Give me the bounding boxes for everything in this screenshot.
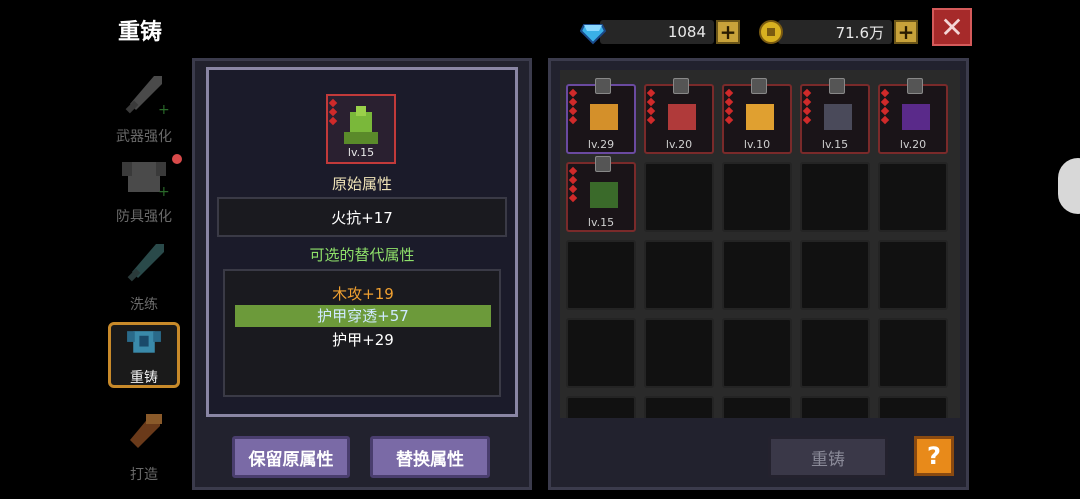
inventory-empty-slot[interactable] <box>800 240 870 310</box>
inventory-empty-slot[interactable] <box>878 318 948 388</box>
sidebar-item-refine[interactable]: 洗练 <box>108 238 180 314</box>
diamond-icon <box>580 24 606 45</box>
original-attribute-box: 火抗+17 <box>217 197 507 237</box>
inventory-item-slot[interactable]: lv.15 <box>800 78 870 154</box>
inventory-empty-slot[interactable] <box>878 240 948 310</box>
item-level: lv.20 <box>665 138 693 151</box>
close-icon: ✕ <box>940 10 964 44</box>
equipment-icon <box>746 104 774 130</box>
inventory-empty-slot[interactable] <box>800 162 870 232</box>
keep-original-button[interactable]: 保留原属性 <box>232 436 350 478</box>
page-title: 重铸 <box>118 20 163 45</box>
hammer-icon <box>130 414 162 448</box>
inventory-grid: lv.29 lv.20 lv.10 lv.15 lv.20 lv.15 <box>560 70 960 418</box>
equipment-icon <box>590 182 618 208</box>
lock-icon[interactable] <box>829 78 845 94</box>
inventory-empty-slot[interactable] <box>800 396 870 418</box>
lock-icon[interactable] <box>595 156 611 172</box>
question-icon: ? <box>927 442 941 470</box>
equipment-icon <box>824 104 852 130</box>
inventory-empty-slot[interactable] <box>722 396 792 418</box>
item-level: lv.20 <box>899 138 927 151</box>
add-gold-button[interactable]: + <box>894 20 918 44</box>
sidebar-item-label: 武器强化 <box>116 129 172 145</box>
inventory-empty-slot[interactable] <box>644 240 714 310</box>
inventory-empty-slot[interactable] <box>566 318 636 388</box>
item-level: lv.15 <box>347 146 375 159</box>
rarity-gems <box>568 166 578 204</box>
gold-value: 71.6万 <box>835 23 884 42</box>
sidebar-item-armor-upgrade[interactable]: + 防具强化 <box>108 150 180 226</box>
coin-icon <box>759 20 783 44</box>
close-button[interactable]: ✕ <box>932 8 972 46</box>
gold-counter: 71.6万 + <box>758 18 918 46</box>
rarity-gems <box>328 98 338 127</box>
selected-item-slot: lv.15 <box>326 94 396 164</box>
original-attribute-value: 火抗+17 <box>331 208 393 227</box>
svg-text:+: + <box>158 184 170 200</box>
rarity-gems <box>568 88 578 126</box>
sidebar-item-label: 防具强化 <box>116 209 172 225</box>
glove-icon <box>344 106 378 144</box>
item-level: lv.29 <box>587 138 615 151</box>
floating-assistant-handle[interactable] <box>1058 158 1080 214</box>
inventory-item-slot[interactable]: lv.10 <box>722 78 792 154</box>
sidebar-item-label: 洗练 <box>130 297 158 313</box>
rarity-gems <box>646 88 656 126</box>
alt-option[interactable]: 木攻+19 <box>235 283 491 305</box>
blade-icon <box>127 244 164 282</box>
sidebar-item-label: 打造 <box>130 467 158 483</box>
item-level: lv.10 <box>743 138 771 151</box>
item-level: lv.15 <box>821 138 849 151</box>
lock-icon[interactable] <box>673 78 689 94</box>
gems-counter: 1084 + <box>580 18 740 46</box>
inventory-item-slot[interactable]: lv.29 <box>566 78 636 154</box>
sword-icon: + <box>125 76 170 118</box>
lock-icon[interactable] <box>595 78 611 94</box>
equipment-icon <box>590 104 618 130</box>
inventory-item-slot[interactable]: lv.20 <box>644 78 714 154</box>
inventory-empty-slot[interactable] <box>878 396 948 418</box>
reforge-button[interactable]: 重铸 <box>768 436 888 478</box>
svg-text:+: + <box>158 102 170 118</box>
add-gems-button[interactable]: + <box>716 20 740 44</box>
inventory-empty-slot[interactable] <box>722 240 792 310</box>
help-button[interactable]: ? <box>914 436 954 476</box>
equipment-icon <box>902 104 930 130</box>
inventory-empty-slot[interactable] <box>878 162 948 232</box>
inventory-empty-slot[interactable] <box>722 162 792 232</box>
inventory-empty-slot[interactable] <box>800 318 870 388</box>
inventory-empty-slot[interactable] <box>566 396 636 418</box>
rarity-gems <box>802 88 812 126</box>
alt-option[interactable]: 护甲+29 <box>235 329 491 351</box>
alt-option-selected[interactable]: 护甲穿透+57 <box>235 305 491 327</box>
inventory-empty-slot[interactable] <box>722 318 792 388</box>
rarity-gems <box>880 88 890 126</box>
sidebar-item-weapon-upgrade[interactable]: + 武器强化 <box>108 70 180 146</box>
sidebar-item-reforge[interactable]: 重铸 <box>108 322 180 388</box>
inventory-item-slot[interactable]: lv.15 <box>566 156 636 232</box>
lock-icon[interactable] <box>751 78 767 94</box>
armor-icon: + <box>122 162 170 200</box>
alternative-attribute-title: 可选的替代属性 <box>309 246 415 264</box>
armor-reforge-icon <box>127 331 161 353</box>
inventory-empty-slot[interactable] <box>644 318 714 388</box>
lock-icon[interactable] <box>907 78 923 94</box>
notification-dot <box>172 154 182 164</box>
inventory-item-slot[interactable]: lv.20 <box>878 78 948 154</box>
alternative-attribute-list: 木攻+19 护甲穿透+57 护甲+29 <box>223 269 501 397</box>
gems-value: 1084 <box>667 23 706 41</box>
replace-attribute-button[interactable]: 替换属性 <box>370 436 490 478</box>
equipment-icon <box>668 104 696 130</box>
sidebar-item-craft[interactable]: 打造 <box>108 408 180 484</box>
inventory-empty-slot[interactable] <box>644 162 714 232</box>
original-attribute-title: 原始属性 <box>331 175 392 193</box>
item-level: lv.15 <box>587 216 615 229</box>
inventory-empty-slot[interactable] <box>566 240 636 310</box>
rarity-gems <box>724 88 734 126</box>
sidebar-item-label: 重铸 <box>130 370 158 386</box>
inventory-empty-slot[interactable] <box>644 396 714 418</box>
